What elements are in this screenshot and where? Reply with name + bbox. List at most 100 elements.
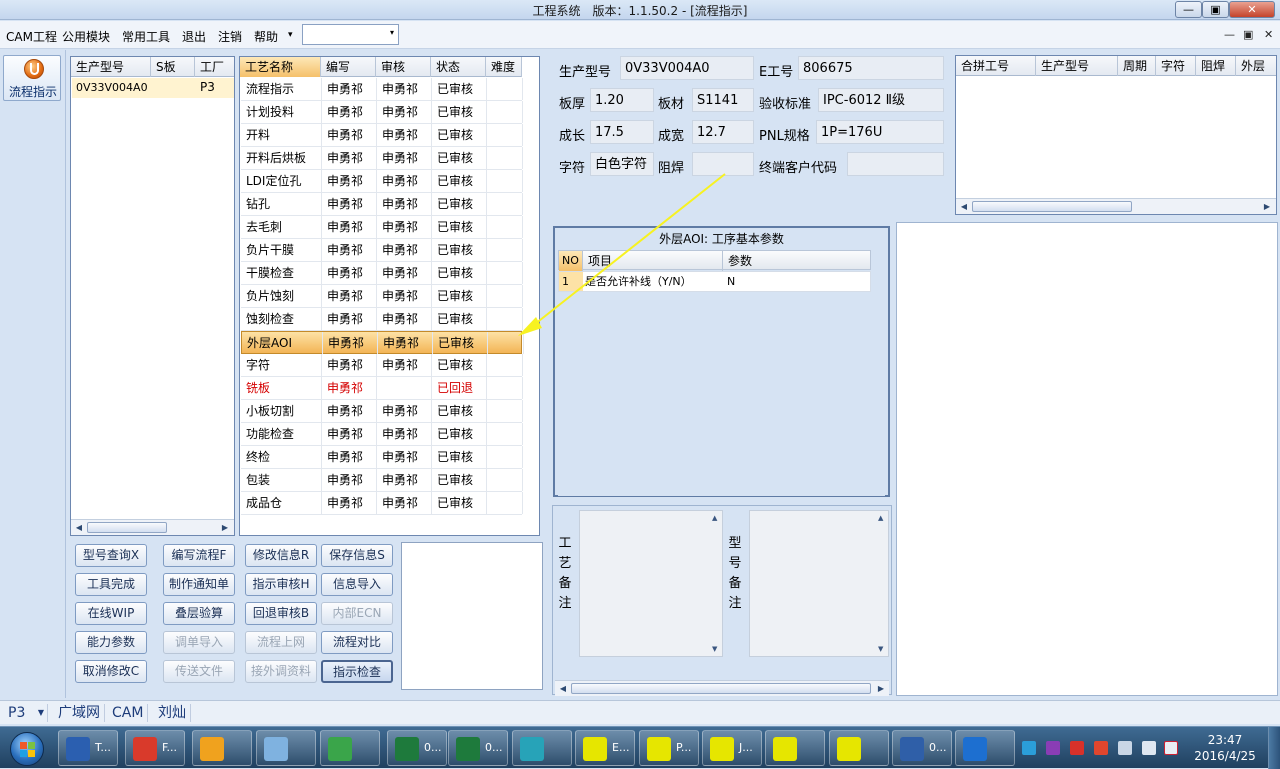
instruction-review-button[interactable]: 指示审核H: [245, 573, 317, 596]
stackup-check-button[interactable]: 叠层验算: [163, 602, 235, 625]
taskbar-button[interactable]: [829, 730, 889, 766]
flow-online-button[interactable]: 流程上网: [245, 631, 317, 654]
rollback-review-button[interactable]: 回退审核B: [245, 602, 317, 625]
send-file-button[interactable]: 传送文件: [163, 660, 235, 683]
taskbar-button[interactable]: F...: [125, 730, 185, 766]
menu-exit[interactable]: 退出: [182, 28, 206, 45]
table-row[interactable]: 干膜检查 申勇祁 申勇祁 已审核: [241, 262, 523, 285]
mdi-close-button[interactable]: ✕: [1264, 28, 1273, 41]
capability-param-button[interactable]: 能力参数: [75, 631, 147, 654]
order-import-button[interactable]: 调单导入: [163, 631, 235, 654]
table-row[interactable]: 负片蚀刻 申勇祁 申勇祁 已审核: [241, 285, 523, 308]
table-row[interactable]: 计划投料 申勇祁 申勇祁 已审核: [241, 101, 523, 124]
col-status[interactable]: 状态: [431, 57, 486, 77]
taskbar-button[interactable]: 0...: [387, 730, 447, 766]
table-row[interactable]: 开料后烘板 申勇祁 申勇祁 已审核: [241, 147, 523, 170]
menu-help[interactable]: 帮助: [254, 28, 278, 45]
table-row[interactable]: 功能检查 申勇祁 申勇祁 已审核: [241, 423, 523, 446]
col-combine-no[interactable]: 合拼工号: [956, 56, 1036, 76]
col-solder-mask[interactable]: 阻焊: [1196, 56, 1236, 76]
col-outer-layer[interactable]: 外层: [1236, 56, 1276, 76]
scroll-thumb[interactable]: [571, 683, 871, 694]
col-cycle[interactable]: 周期: [1118, 56, 1156, 76]
table-row[interactable]: 外层AOI 申勇祁 申勇祁 已审核: [241, 331, 524, 354]
menu-tools[interactable]: 常用工具: [122, 28, 170, 45]
col-param[interactable]: 参数: [723, 251, 872, 271]
scroll-up-icon[interactable]: ▲: [878, 514, 883, 522]
width-field[interactable]: 12.7: [692, 120, 754, 144]
table-row[interactable]: 包装 申勇祁 申勇祁 已审核: [241, 469, 523, 492]
eno-field[interactable]: 806675: [798, 56, 944, 80]
model-query-button[interactable]: 型号查询X: [75, 544, 147, 567]
horizontal-scrollbar[interactable]: ◀ ▶: [71, 519, 234, 535]
model-field[interactable]: 0V33V004A0: [620, 56, 754, 80]
tray-x-icon[interactable]: [1046, 741, 1060, 755]
table-row[interactable]: 开料 申勇祁 申勇祁 已审核: [241, 124, 523, 147]
taskbar-button[interactable]: [512, 730, 572, 766]
maximize-button[interactable]: ▣: [1202, 1, 1229, 18]
factory-dropdown-icon[interactable]: ▼: [38, 704, 44, 722]
standard-field[interactable]: IPC-6012 Ⅱ级: [818, 88, 944, 112]
online-wip-button[interactable]: 在线WIP: [75, 602, 147, 625]
model-remark-textarea[interactable]: ▲ ▼: [749, 510, 889, 657]
tray-warning-icon[interactable]: [1094, 741, 1108, 755]
table-row[interactable]: 蚀刻检查 申勇祁 申勇祁 已审核: [241, 308, 523, 331]
mdi-minimize-button[interactable]: —: [1224, 28, 1235, 41]
menu-logout[interactable]: 注销: [218, 28, 242, 45]
combo-arrow-icon[interactable]: ▾: [390, 28, 394, 37]
internal-ecn-button[interactable]: 内部ECN: [321, 602, 393, 625]
taskbar-button[interactable]: J...: [702, 730, 762, 766]
action-center-icon[interactable]: [1164, 741, 1178, 755]
menu-combo-box[interactable]: ▾: [302, 24, 399, 45]
close-button[interactable]: ✕: [1229, 1, 1275, 18]
tray-security-icon[interactable]: [1070, 741, 1084, 755]
table-row[interactable]: 铣板 申勇祁 已回退: [241, 377, 523, 400]
taskbar-button[interactable]: [955, 730, 1015, 766]
customer-code-field[interactable]: [847, 152, 944, 176]
scroll-right-icon[interactable]: ▶: [1261, 202, 1273, 211]
help-dropdown-icon[interactable]: ▾: [288, 30, 293, 40]
clock[interactable]: 23:47 2016/4/25: [1190, 732, 1260, 764]
taskbar-button[interactable]: 0...: [892, 730, 952, 766]
mdi-restore-button[interactable]: ▣: [1243, 28, 1253, 41]
col-combine-model[interactable]: 生产型号: [1036, 56, 1118, 76]
taskbar-button[interactable]: E...: [575, 730, 635, 766]
table-row[interactable]: 字符 申勇祁 申勇祁 已审核: [241, 354, 523, 377]
horizontal-scrollbar[interactable]: ◀ ▶: [555, 680, 889, 696]
scroll-up-icon[interactable]: ▲: [712, 514, 717, 522]
scroll-right-icon[interactable]: ▶: [219, 523, 231, 532]
flow-compare-button[interactable]: 流程对比: [321, 631, 393, 654]
network-icon[interactable]: [1118, 741, 1132, 755]
col-factory[interactable]: 工厂: [195, 57, 234, 77]
scroll-left-icon[interactable]: ◀: [557, 684, 569, 693]
tool-complete-button[interactable]: 工具完成: [75, 573, 147, 596]
table-row[interactable]: 小板切割 申勇祁 申勇祁 已审核: [241, 400, 523, 423]
table-row[interactable]: 钻孔 申勇祁 申勇祁 已审核: [241, 193, 523, 216]
table-row[interactable]: 去毛刺 申勇祁 申勇祁 已审核: [241, 216, 523, 239]
taskbar-button[interactable]: [765, 730, 825, 766]
taskbar-button[interactable]: 0...: [448, 730, 508, 766]
tray-app-icon[interactable]: [1022, 741, 1036, 755]
menu-common-module[interactable]: 公用模块: [62, 28, 110, 45]
material-field[interactable]: S1141: [692, 88, 754, 112]
thickness-field[interactable]: 1.20: [590, 88, 654, 112]
taskbar-button[interactable]: P...: [639, 730, 699, 766]
taskbar-button[interactable]: [256, 730, 316, 766]
vertical-scrollbar[interactable]: ▲ ▼: [876, 511, 888, 656]
table-row[interactable]: 成品仓 申勇祁 申勇祁 已审核: [241, 492, 523, 515]
col-writer[interactable]: 编写: [321, 57, 376, 77]
external-data-button[interactable]: 接外调资料: [245, 660, 317, 683]
taskbar-button[interactable]: T...: [58, 730, 118, 766]
scroll-right-icon[interactable]: ▶: [875, 684, 887, 693]
scroll-left-icon[interactable]: ◀: [73, 523, 85, 532]
table-row[interactable]: LDI定位孔 申勇祁 申勇祁 已审核: [241, 170, 523, 193]
edit-flow-button[interactable]: 编写流程F: [163, 544, 235, 567]
table-row[interactable]: 负片干膜 申勇祁 申勇祁 已审核: [241, 239, 523, 262]
show-desktop-button[interactable]: [1268, 727, 1280, 769]
taskbar-button[interactable]: [192, 730, 252, 766]
info-import-button[interactable]: 信息导入: [321, 573, 393, 596]
col-difficulty[interactable]: 难度: [486, 57, 522, 77]
volume-icon[interactable]: [1142, 741, 1156, 755]
save-info-button[interactable]: 保存信息S: [321, 544, 393, 567]
instruction-check-button[interactable]: 指示检查: [321, 660, 393, 683]
